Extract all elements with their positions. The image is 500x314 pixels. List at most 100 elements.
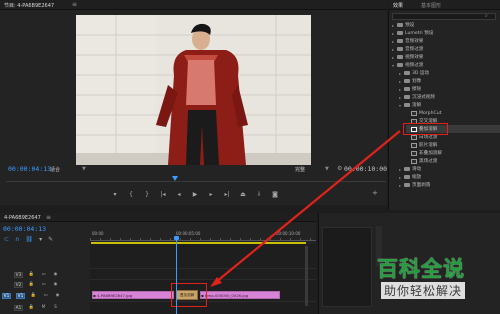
track-divider	[90, 279, 316, 280]
timeline-timecode[interactable]: 00:00:04:13	[3, 225, 46, 233]
effects-folder[interactable]: ▸ 音频效果	[392, 37, 500, 45]
mute-icon[interactable]: M	[40, 305, 47, 311]
effects-folder[interactable]: ▸ 滑动	[399, 165, 500, 173]
tab-essential-graphics[interactable]: 基本图形	[421, 2, 441, 9]
lock-icon[interactable]: 🔒	[28, 305, 35, 311]
effects-folder[interactable]: ▸ 擦除	[399, 85, 500, 93]
clip-name: 4-PA6B9E2647.jpg	[97, 293, 133, 298]
timeline-playhead-line[interactable]	[176, 236, 177, 314]
effect-label: 黑场过渡	[419, 159, 438, 164]
effect-item[interactable]: 黑场过渡	[406, 157, 500, 165]
monitor-playhead[interactable]	[172, 176, 178, 181]
chevron-down-icon: ▼	[325, 166, 329, 172]
folder-icon	[397, 31, 403, 35]
step-back-icon[interactable]: ◂	[174, 191, 184, 198]
track-label[interactable]: V2	[14, 282, 23, 288]
effects-tab-bar	[388, 0, 500, 10]
effect-item[interactable]: 胶片溶解	[406, 141, 500, 149]
effects-search-input[interactable]	[392, 13, 496, 20]
lift-icon[interactable]: ⏏	[238, 191, 248, 198]
folder-icon	[404, 175, 410, 179]
effects-folder[interactable]: ▾ 视频过渡	[392, 61, 500, 69]
sync-icon[interactable]: ▭	[40, 272, 47, 278]
track-header-v1: V1 V1 🔒 ▭ ◉	[0, 291, 90, 301]
ruler-label: 00:00:10:00	[276, 231, 301, 236]
chevron-down-icon: ▼	[82, 166, 86, 172]
audio-meter	[322, 227, 372, 307]
add-button-icon[interactable]: +	[372, 189, 378, 197]
mark-out-icon[interactable]: }	[142, 191, 152, 198]
effects-folder[interactable]: ▸ 视频效果	[392, 53, 500, 61]
effects-folder[interactable]: ▸ 页面剥落	[399, 181, 500, 189]
track-label[interactable]: V3	[14, 272, 23, 278]
transition-icon	[411, 150, 417, 156]
video-clip[interactable]: ▪ 4-PA6B9E2647.jpg	[92, 291, 174, 299]
tab-effects[interactable]: 效果	[393, 2, 403, 9]
folder-icon	[404, 95, 410, 99]
effects-folder[interactable]: ▸ 划像	[399, 77, 500, 85]
zoom-fit-select[interactable]: 适合 ▼	[50, 166, 90, 174]
wrench-icon[interactable]: ✎	[48, 236, 53, 243]
effect-item[interactable]: 非叠加溶解	[406, 149, 500, 157]
marker-icon[interactable]: ▾	[110, 191, 120, 198]
fx-badge-icon: ▪	[93, 293, 96, 298]
timeline-playhead[interactable]	[174, 236, 179, 240]
vertical-scrollbar[interactable]	[305, 246, 308, 306]
nest-icon[interactable]: ⊂	[4, 236, 9, 243]
lock-icon[interactable]: 🔒	[28, 272, 35, 278]
folder-icon	[397, 55, 403, 59]
transport-controls: ▾ { } |◂ ◂ ▶ ▸ ▸| ⏏ ⇩ ◙	[110, 188, 280, 200]
effect-label: 划像	[412, 79, 422, 84]
video-clip[interactable]: ▪ timo-000000_0026.jpg	[200, 291, 280, 299]
effect-label: 视频过渡	[405, 63, 424, 68]
effects-folder[interactable]: ▸ 3D 运动	[399, 69, 500, 77]
effects-folder[interactable]: ▾ 溶解	[399, 101, 500, 109]
effects-folder[interactable]: ▸ 预设	[392, 21, 500, 29]
menu-icon[interactable]: ≡	[46, 214, 51, 221]
monitor-title[interactable]: 节目: 4-PA6B9E2647	[4, 2, 54, 9]
mark-in-icon[interactable]: {	[126, 191, 136, 198]
effects-folder[interactable]: ▸ Lumetri 预设	[392, 29, 500, 37]
transition-icon	[411, 110, 417, 116]
linked-selection-icon[interactable]: ⛓	[25, 236, 33, 243]
lock-icon[interactable]: 🔒	[28, 282, 35, 288]
monitor-time-ruler[interactable]	[6, 176, 386, 182]
extract-icon[interactable]: ⇩	[254, 191, 264, 198]
step-forward-icon[interactable]: ▸	[206, 191, 216, 198]
settings-wrench-icon[interactable]: ⚙	[337, 165, 342, 172]
add-marker-icon[interactable]: ▾	[39, 236, 42, 243]
effects-folder[interactable]: ▸ 沉浸式视频	[399, 93, 500, 101]
playback-resolution-value: 完整	[295, 167, 306, 173]
effect-item[interactable]: MorphCut	[406, 109, 500, 117]
eye-icon[interactable]: ◉	[54, 293, 61, 299]
lock-icon[interactable]: 🔒	[30, 293, 37, 299]
effect-label: 胶片溶解	[419, 143, 438, 148]
folder-icon	[404, 103, 410, 107]
solo-icon[interactable]: S	[52, 305, 59, 311]
effect-label: MorphCut	[419, 110, 442, 116]
track-label[interactable]: V1	[16, 293, 25, 299]
effect-label: 页面剥落	[412, 183, 431, 188]
go-to-in-icon[interactable]: |◂	[158, 191, 168, 198]
sync-icon[interactable]: ▭	[42, 293, 49, 299]
playback-resolution-select[interactable]: 完整 ▼	[295, 166, 335, 174]
menu-icon[interactable]: ≡	[72, 1, 77, 8]
ruler-ticks	[90, 238, 316, 241]
eye-icon[interactable]: ◉	[52, 282, 59, 288]
export-frame-icon[interactable]: ◙	[270, 191, 280, 198]
track-label[interactable]: A1	[14, 305, 23, 311]
search-icon[interactable]: ⌕	[485, 13, 488, 19]
playhead-timecode[interactable]: 00:00:04:13	[8, 165, 51, 173]
play-icon[interactable]: ▶	[190, 191, 200, 198]
go-to-out-icon[interactable]: ▸|	[222, 191, 232, 198]
source-patch[interactable]: V1	[2, 293, 11, 299]
folder-icon	[397, 39, 403, 43]
sync-icon[interactable]: ▭	[40, 282, 47, 288]
sequence-tab[interactable]: 4-PA6B9E2647	[4, 215, 41, 221]
snap-icon[interactable]: ∩	[15, 236, 19, 243]
eye-icon[interactable]: ◉	[52, 272, 59, 278]
ruler-label: 00:00:05:00	[176, 231, 201, 236]
transition-icon	[411, 134, 417, 140]
effects-folder[interactable]: ▸ 缩放	[399, 173, 500, 181]
effects-folder[interactable]: ▸ 音频过渡	[392, 45, 500, 53]
